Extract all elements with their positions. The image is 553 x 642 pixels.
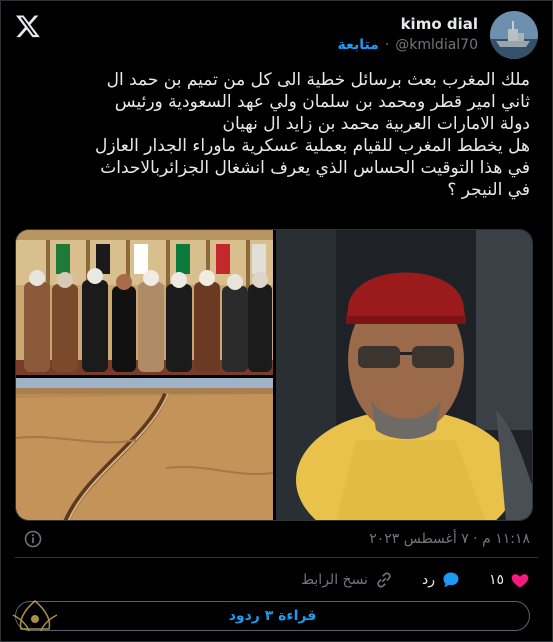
tweet-line: ملك المغرب بعث برسائل خطية الى كل من تمي… <box>106 70 530 90</box>
media-grid <box>15 229 533 521</box>
tweet-line: دولة الامارات العربية محمد بن زايد ال نه… <box>222 114 530 134</box>
media-photo-group[interactable] <box>16 230 273 375</box>
x-logo-icon[interactable] <box>15 13 41 39</box>
tweet-line: في النيجر ؟ <box>447 180 530 200</box>
heart-icon <box>511 574 529 588</box>
tweet-line: ثاني امير قطر ومحمد بن سلمان ولي عهد الس… <box>114 92 530 112</box>
avatar-image <box>490 11 538 59</box>
reply-label: رد <box>421 572 435 588</box>
watermark-logo <box>12 600 58 632</box>
user-handle[interactable]: @kmldial70 <box>395 37 478 53</box>
action-bar: ١٥ رد نسخ الرابط <box>151 567 530 593</box>
media-photo-portrait[interactable] <box>276 230 532 520</box>
follow-link[interactable]: متابعة <box>338 37 379 53</box>
divider <box>15 557 538 558</box>
tweet-timestamp[interactable]: ١١:١٨ م · ٧ أغسطس ٢٠٢٣ <box>369 531 530 547</box>
user-meta-row: متابعة · @kmldial70 <box>338 37 478 53</box>
info-icon[interactable] <box>23 529 43 549</box>
tweet-header: kimo dial متابعة · @kmldial70 <box>15 11 538 59</box>
copy-link-label: نسخ الرابط <box>301 572 368 588</box>
media-photo-desert-wall[interactable] <box>16 378 273 520</box>
link-icon <box>377 572 391 588</box>
tweet-card: kimo dial متابعة · @kmldial70 ملك المغرب… <box>0 0 553 642</box>
copy-link-button[interactable]: نسخ الرابط <box>301 570 394 590</box>
separator-dot: · <box>384 37 390 53</box>
reply-button[interactable]: رد <box>422 570 461 590</box>
read-replies-button[interactable]: قراءة ٣ ردود <box>15 601 530 631</box>
like-count: ١٥ <box>488 572 504 588</box>
tweet-line: هل يخطط المغرب للقيام بعملية عسكرية ماور… <box>95 136 530 156</box>
tweet-line: في هذا التوقيت الحساس الذي يعرف انشغال ا… <box>100 158 530 178</box>
user-display-name[interactable]: kimo dial <box>401 15 478 33</box>
like-button[interactable]: ١٥ <box>489 570 530 590</box>
speech-bubble-icon <box>443 572 459 588</box>
tweet-text: ملك المغرب بعث برسائل خطية الى كل من تمي… <box>23 69 530 201</box>
avatar[interactable] <box>490 11 538 59</box>
